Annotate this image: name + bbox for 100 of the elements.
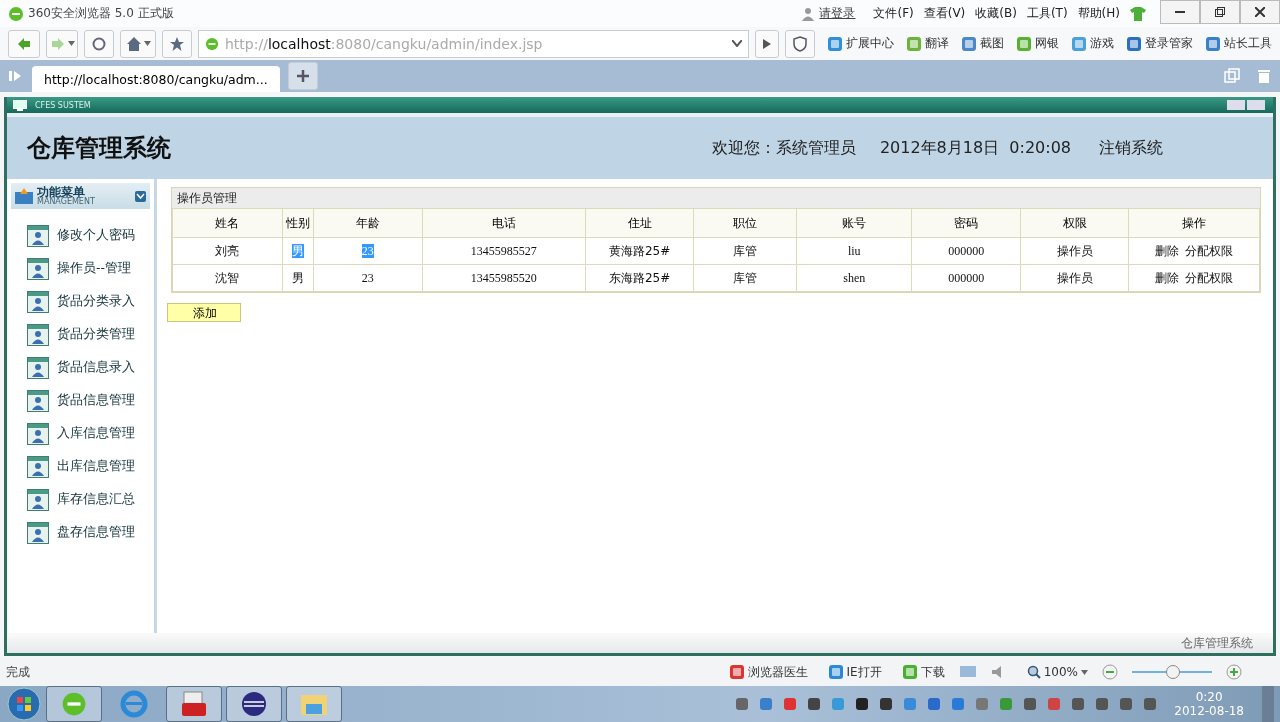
- caret-icon: [1081, 669, 1088, 675]
- refresh-button[interactable]: [84, 29, 114, 58]
- menu-item[interactable]: 库存信息汇总: [7, 483, 154, 516]
- table-cell: 13455985520: [422, 264, 586, 292]
- menu-item[interactable]: 工具(T): [1026, 5, 1068, 22]
- user-card-icon: [27, 356, 49, 379]
- home-icon: [125, 35, 142, 52]
- collapse-icon[interactable]: [135, 190, 146, 202]
- security-button[interactable]: [785, 29, 815, 58]
- app-icon: [1071, 35, 1087, 52]
- zoom-in-icon[interactable]: [1226, 664, 1242, 680]
- zoom-out-icon[interactable]: [1102, 664, 1118, 680]
- window-title: 360安全浏览器 5.0 正式版: [28, 5, 174, 22]
- app-icon: [1126, 35, 1142, 52]
- action-link[interactable]: 删除: [1155, 270, 1179, 285]
- status-button[interactable]: 浏览器医生: [728, 663, 808, 681]
- table-cell: 男: [282, 264, 314, 292]
- menu-item[interactable]: 出库信息管理: [7, 450, 154, 483]
- menu-item[interactable]: 收藏(B): [975, 5, 1017, 22]
- menu-item[interactable]: 查看(V): [923, 5, 966, 22]
- toolbar-button[interactable]: 翻译: [906, 35, 949, 52]
- status-button[interactable]: IE打开: [827, 663, 882, 681]
- table-cell: 23: [313, 237, 423, 265]
- table-cell: shen: [796, 264, 912, 292]
- column-header: 住址: [585, 208, 694, 238]
- caret-icon: [67, 41, 75, 46]
- search-icon: [1026, 665, 1041, 679]
- logout-link[interactable]: 注销系统: [1099, 137, 1163, 159]
- menu-item[interactable]: 操作员--管理: [7, 252, 154, 285]
- restore-button[interactable]: [1200, 0, 1240, 24]
- menu-item[interactable]: 文件(F): [873, 5, 914, 22]
- trash-icon[interactable]: [1256, 68, 1272, 84]
- toolbar-button[interactable]: 游戏: [1071, 35, 1114, 52]
- app-icon: [961, 35, 977, 52]
- app-icon: [827, 35, 843, 52]
- play-icon: [763, 38, 771, 49]
- user-card-icon: [27, 422, 49, 445]
- action-link[interactable]: 分配权限: [1185, 270, 1233, 285]
- menu-item[interactable]: 帮助(H): [1077, 5, 1120, 22]
- menu-item[interactable]: 入库信息管理: [7, 417, 154, 450]
- column-header: 职位: [694, 208, 797, 238]
- zoom-button[interactable]: 100%: [1026, 665, 1088, 679]
- start-icon[interactable]: [6, 686, 42, 722]
- column-header: 姓名: [172, 208, 283, 238]
- forward-button[interactable]: [46, 29, 78, 58]
- go-button[interactable]: [755, 29, 779, 58]
- scroll-buttons-icon[interactable]: [1227, 100, 1267, 110]
- favorite-button[interactable]: [162, 29, 192, 58]
- app-icon: [728, 664, 745, 680]
- tray-icon[interactable]: [854, 696, 871, 712]
- tray-icon[interactable]: [878, 696, 895, 712]
- windows-icon[interactable]: [1224, 68, 1240, 84]
- table-cell: 13455985527: [422, 237, 586, 265]
- column-header: 性别: [282, 208, 314, 238]
- toolbar-button[interactable]: 扩展中心: [827, 35, 894, 52]
- page-icon: [205, 36, 219, 51]
- add-button[interactable]: 添加: [167, 303, 241, 322]
- browser-icon: [120, 690, 148, 718]
- back-button[interactable]: [8, 29, 40, 58]
- toolbar-button[interactable]: 网银: [1016, 35, 1059, 52]
- panel-title: 操作员管理: [177, 189, 237, 207]
- frame-title: CFES SUSTEM: [35, 100, 91, 110]
- close-icon: [1255, 7, 1265, 17]
- minimize-button[interactable]: [1160, 0, 1200, 24]
- slider-thumb[interactable]: [1166, 665, 1180, 679]
- plus-icon: [297, 70, 309, 82]
- action-link[interactable]: 分配权限: [1185, 243, 1233, 258]
- column-header: 密码: [911, 208, 1021, 238]
- status-button[interactable]: 下载: [901, 663, 945, 681]
- toolbar-button[interactable]: 截图: [961, 35, 1004, 52]
- menu-item[interactable]: 货品分类录入: [7, 285, 154, 318]
- taskbar-button[interactable]: [226, 686, 282, 722]
- menu-item[interactable]: 货品信息管理: [7, 384, 154, 417]
- table-cell: 000000: [911, 264, 1021, 292]
- login-link[interactable]: 请登录: [819, 5, 856, 22]
- taskbar-button[interactable]: [166, 686, 222, 722]
- new-tab-button[interactable]: [288, 62, 318, 90]
- browser-icon: [8, 5, 24, 22]
- screen-icon[interactable]: [958, 665, 977, 679]
- toolbar-button[interactable]: 登录管家: [1126, 35, 1193, 52]
- address-field[interactable]: http://localhost:8080/cangku/admin/index.jsp: [198, 29, 749, 58]
- status-text: 完成: [6, 663, 30, 681]
- home-button[interactable]: [120, 29, 156, 58]
- toolbar-button[interactable]: 站长工具: [1205, 35, 1272, 52]
- browser-tab[interactable]: http://localhost:8080/cangku/adm...: [32, 66, 280, 92]
- date-time: 2012年8月18日 0:20:08: [879, 137, 1071, 159]
- clock-date: 2012-08-18: [1174, 704, 1244, 718]
- menu-item[interactable]: 货品信息录入: [7, 351, 154, 384]
- action-link[interactable]: 删除: [1155, 243, 1179, 258]
- taskbar-button[interactable]: [46, 686, 102, 722]
- taskbar-button[interactable]: [286, 686, 342, 722]
- column-header: 年龄: [313, 208, 423, 238]
- menu-item[interactable]: 货品分类管理: [7, 318, 154, 351]
- menu-item[interactable]: 修改个人密码: [7, 219, 154, 252]
- tray-icon[interactable]: [806, 696, 823, 712]
- table-cell: 刘亮: [172, 237, 283, 265]
- close-button[interactable]: [1240, 0, 1280, 24]
- menu-item[interactable]: 盘存信息管理: [7, 516, 154, 549]
- column-header: 电话: [422, 208, 586, 238]
- table-cell: 库管: [694, 264, 797, 292]
